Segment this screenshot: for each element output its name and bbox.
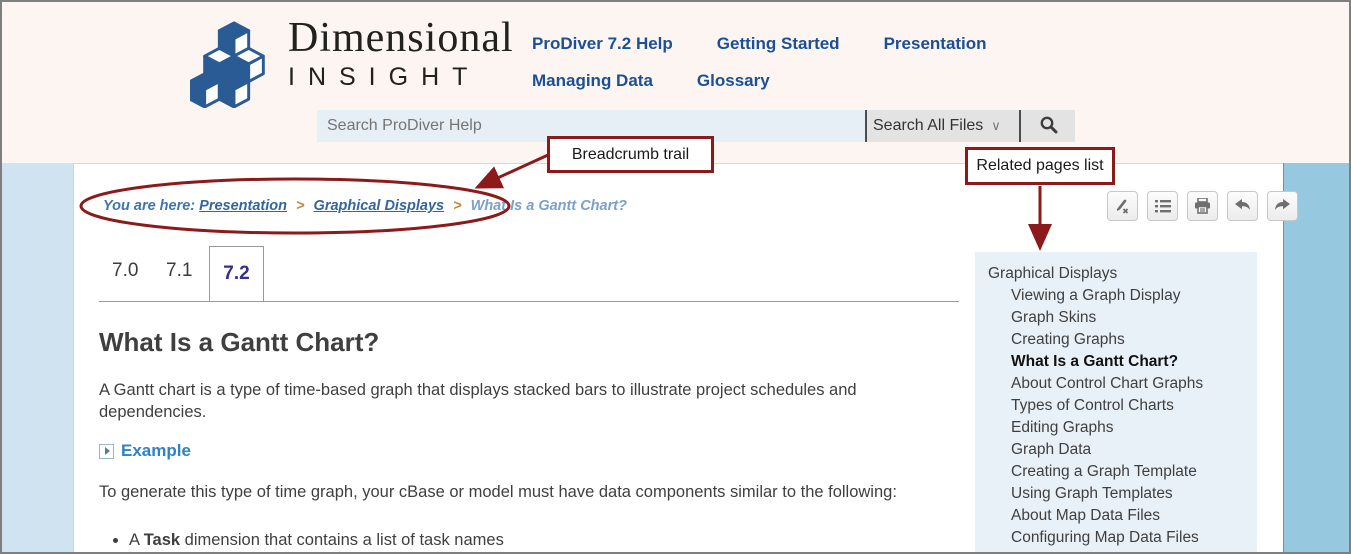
logo-wordmark-dimensional: Dimensional bbox=[288, 15, 514, 61]
related-link[interactable]: About Map Data Files bbox=[988, 505, 1257, 527]
tab-version-7-0[interactable]: 7.0 bbox=[112, 260, 138, 282]
cubes-logo-icon bbox=[190, 16, 278, 108]
list-item: A Task dimension that contains a list of… bbox=[129, 529, 959, 551]
search-scope-dropdown[interactable]: Search All Files ∨ bbox=[865, 110, 1021, 142]
annotation-label-breadcrumb: Breadcrumb trail bbox=[547, 136, 714, 173]
nav-managing-data[interactable]: Managing Data bbox=[532, 71, 653, 91]
related-link-current-page[interactable]: What Is a Gantt Chart? bbox=[988, 351, 1257, 373]
list-icon bbox=[1154, 199, 1171, 213]
right-margin-strip bbox=[1283, 163, 1349, 552]
related-link[interactable]: About Control Chart Graphs bbox=[988, 373, 1257, 395]
related-link[interactable]: Viewing a Graph Display bbox=[988, 285, 1257, 307]
breadcrumb-link-graphical-displays[interactable]: Graphical Displays bbox=[314, 198, 445, 214]
requirements-paragraph: To generate this type of time graph, you… bbox=[99, 483, 897, 501]
article-content: What Is a Gantt Chart? A Gantt chart is … bbox=[99, 327, 959, 552]
page-title: What Is a Gantt Chart? bbox=[99, 327, 380, 357]
search-icon bbox=[1039, 115, 1058, 137]
top-navigation: ProDiver 7.2 Help Getting Started Presen… bbox=[532, 34, 1132, 91]
arrow-back-icon bbox=[1234, 199, 1251, 213]
related-link[interactable]: Configuring Map Data Files bbox=[988, 527, 1257, 549]
dimensional-insight-logo: Dimensional INSIGHT bbox=[190, 16, 514, 108]
back-button[interactable] bbox=[1227, 191, 1258, 221]
pen-remove-icon bbox=[1114, 198, 1131, 215]
related-link[interactable]: Graph Data bbox=[988, 439, 1257, 461]
chevron-down-icon: ∨ bbox=[991, 118, 1001, 133]
printer-icon bbox=[1194, 198, 1211, 214]
related-pages-panel: Graphical Displays Viewing a Graph Displ… bbox=[975, 252, 1257, 552]
logo-wordmark-insight: INSIGHT bbox=[288, 63, 481, 91]
search-scope-label: Search All Files bbox=[873, 117, 984, 134]
related-link[interactable]: Types of Control Charts bbox=[988, 395, 1257, 417]
breadcrumb-separator: > bbox=[453, 198, 462, 214]
tab-version-7-2-active[interactable]: 7.2 bbox=[209, 246, 264, 301]
requirements-list: A Task dimension that contains a list of… bbox=[104, 529, 959, 552]
breadcrumb-separator: > bbox=[296, 198, 305, 214]
tab-version-7-1[interactable]: 7.1 bbox=[166, 260, 192, 282]
expand-toggle-icon bbox=[99, 443, 114, 459]
related-link[interactable]: Graph Skins bbox=[988, 307, 1257, 329]
print-button[interactable] bbox=[1187, 191, 1218, 221]
nav-prodiver-help[interactable]: ProDiver 7.2 Help bbox=[532, 34, 673, 54]
example-link: Example bbox=[121, 441, 191, 460]
topic-list-button[interactable] bbox=[1147, 191, 1178, 221]
breadcrumb-prefix: You are here: bbox=[103, 198, 200, 214]
example-expander[interactable]: Example bbox=[99, 441, 959, 461]
arrow-forward-icon bbox=[1274, 199, 1291, 213]
nav-presentation[interactable]: Presentation bbox=[884, 34, 987, 54]
breadcrumb-current-page: What Is a Gantt Chart? bbox=[470, 198, 627, 214]
breadcrumb: You are here: Presentation > Graphical D… bbox=[103, 198, 627, 214]
remove-highlight-button[interactable] bbox=[1107, 191, 1138, 221]
left-margin-strip bbox=[2, 163, 74, 552]
intro-paragraph: A Gantt chart is a type of time-based gr… bbox=[99, 381, 857, 421]
related-link[interactable]: About the Map Loader Model bbox=[988, 549, 1257, 552]
forward-button[interactable] bbox=[1267, 191, 1298, 221]
annotation-label-related: Related pages list bbox=[965, 147, 1115, 185]
related-link[interactable]: Creating a Graph Template bbox=[988, 461, 1257, 483]
related-link-graphical-displays[interactable]: Graphical Displays bbox=[988, 263, 1257, 285]
related-link[interactable]: Using Graph Templates bbox=[988, 483, 1257, 505]
help-window: Dimensional INSIGHT ProDiver 7.2 Help Ge… bbox=[0, 0, 1351, 554]
nav-glossary[interactable]: Glossary bbox=[697, 71, 770, 91]
nav-getting-started[interactable]: Getting Started bbox=[717, 34, 840, 54]
search-button[interactable] bbox=[1021, 110, 1075, 142]
page-toolbar bbox=[1107, 191, 1298, 221]
related-link[interactable]: Creating Graphs bbox=[988, 329, 1257, 351]
related-link[interactable]: Editing Graphs bbox=[988, 417, 1257, 439]
breadcrumb-link-presentation[interactable]: Presentation bbox=[199, 198, 287, 214]
tabs-baseline bbox=[99, 301, 959, 302]
